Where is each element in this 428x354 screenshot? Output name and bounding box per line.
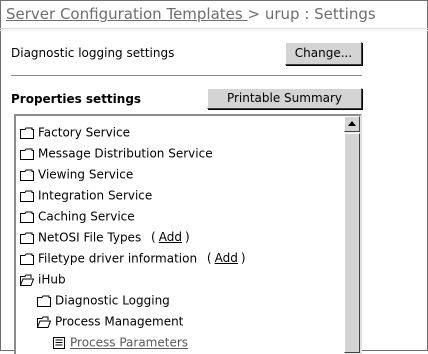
section-divider <box>11 75 362 76</box>
tree-item-label: Integration Service <box>38 188 153 203</box>
paren-close: ) <box>184 230 190 244</box>
tree-item-viewing-service[interactable]: Viewing Service <box>20 165 133 183</box>
breadcrumb-separator: > <box>247 5 261 23</box>
folder-closed-icon <box>20 148 34 160</box>
breadcrumb-link-templates[interactable]: Server Configuration Templates <box>6 5 243 23</box>
tree-content: Factory Service Message Distribution Ser… <box>16 116 343 354</box>
folder-closed-icon <box>20 190 34 202</box>
folder-open-icon <box>37 316 51 328</box>
tree-item-ihub[interactable]: iHub <box>20 270 66 288</box>
tree-item-label: Filetype driver information <box>38 251 198 266</box>
tree-item-label: Factory Service <box>38 125 130 140</box>
arrow-up-icon <box>348 121 356 126</box>
folder-closed-icon <box>20 232 34 244</box>
breadcrumb-current: urup : Settings <box>264 5 376 23</box>
tree-item-caching-service[interactable]: Caching Service <box>20 207 135 225</box>
tree-item-netosi-file-types[interactable]: NetOSI File Types (Add) <box>20 228 190 246</box>
add-netosi-file-type-link[interactable]: Add <box>159 230 182 244</box>
tree-item-filetype-driver-information[interactable]: Filetype driver information (Add) <box>20 249 246 267</box>
vertical-scrollbar[interactable] <box>344 116 360 354</box>
paren-close: ) <box>240 251 246 265</box>
header-divider <box>0 28 428 29</box>
scroll-thumb[interactable] <box>344 133 360 353</box>
folder-closed-icon <box>20 127 34 139</box>
tree-item-label: NetOSI File Types <box>38 230 142 245</box>
document-icon <box>52 336 66 349</box>
folder-open-icon <box>20 274 34 286</box>
tree-item-diagnostic-logging[interactable]: Diagnostic Logging <box>37 291 170 309</box>
tree-item-process-parameters[interactable]: Process Parameters <box>52 333 188 351</box>
tree-item-label: iHub <box>38 272 66 287</box>
tree-item-message-distribution-service[interactable]: Message Distribution Service <box>20 144 213 162</box>
properties-settings-label: Properties settings <box>11 92 142 106</box>
tree-item-label: Caching Service <box>38 209 135 224</box>
paren-open: ( <box>206 251 212 265</box>
printable-summary-button[interactable]: Printable Summary <box>207 88 362 109</box>
tree-item-label: Diagnostic Logging <box>55 293 170 308</box>
header-divider-shadow <box>0 30 428 31</box>
tree-item-process-management[interactable]: Process Management <box>37 312 183 330</box>
folder-closed-icon <box>37 295 51 307</box>
diagnostic-logging-label: Diagnostic logging settings <box>11 46 175 60</box>
scroll-up-button[interactable] <box>344 116 360 132</box>
change-button[interactable]: Change... <box>285 42 362 65</box>
properties-tree[interactable]: Factory Service Message Distribution Ser… <box>14 114 362 354</box>
tree-item-integration-service[interactable]: Integration Service <box>20 186 152 204</box>
paren-open: ( <box>151 230 156 244</box>
breadcrumb: Server Configuration Templates > urup : … <box>6 5 376 23</box>
tree-item-factory-service[interactable]: Factory Service <box>20 123 130 141</box>
folder-closed-icon <box>20 169 34 181</box>
add-filetype-driver-link[interactable]: Add <box>215 251 238 265</box>
tree-item-label: Viewing Service <box>38 167 134 182</box>
folder-closed-icon <box>20 211 34 223</box>
tree-item-label: Message Distribution Service <box>38 146 213 161</box>
process-parameters-link[interactable]: Process Parameters <box>70 336 188 350</box>
tree-item-label: Process Management <box>55 314 184 329</box>
folder-closed-icon <box>20 253 34 265</box>
